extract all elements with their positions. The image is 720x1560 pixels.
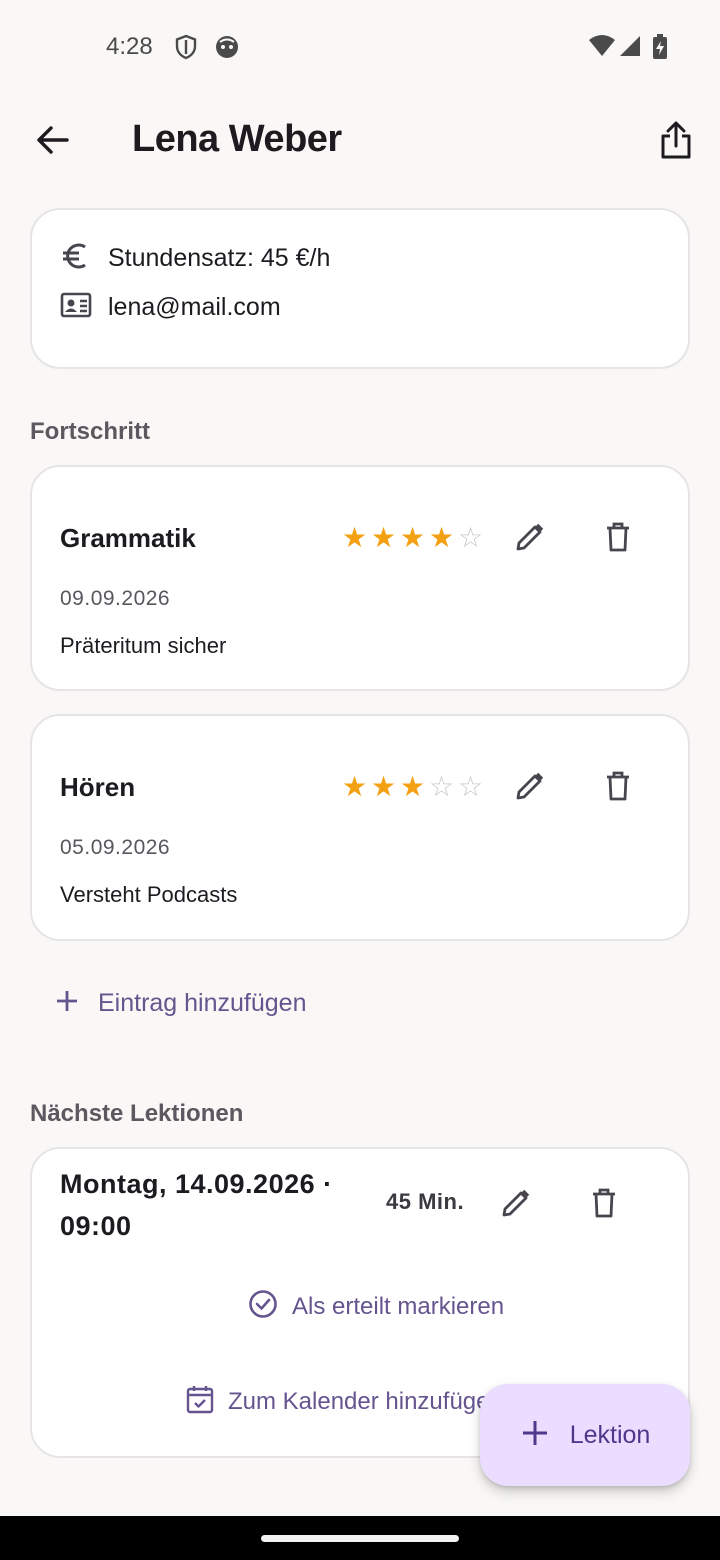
entry-date: 09.09.2026: [60, 587, 171, 610]
star-filled-icon: ★: [341, 522, 368, 553]
plus-icon: [520, 1418, 550, 1453]
delete-lesson-button[interactable]: [580, 1181, 628, 1229]
progress-entry-card: Grammatik ★ ★ ★ ★ ☆ 09.09.2026 Präteritu…: [30, 465, 690, 691]
trash-icon: [605, 522, 631, 557]
home-handle[interactable]: [261, 1535, 459, 1542]
face-icon: [214, 34, 240, 65]
add-entry-button[interactable]: Eintrag hinzufügen: [54, 988, 306, 1019]
lesson-duration: 45 Min.: [386, 1189, 465, 1214]
status-bar: 4:28: [0, 0, 720, 96]
star-filled-icon: ★: [370, 771, 397, 802]
progress-section-title: Fortschritt: [30, 418, 150, 445]
email-text: lena@mail.com: [108, 293, 281, 321]
entry-date: 05.09.2026: [60, 836, 171, 859]
entry-note: Versteht Podcasts: [60, 882, 238, 907]
check-circle-icon: [248, 1289, 278, 1324]
lesson-date-time: Montag, 14.09.2026 · 09:00: [60, 1169, 333, 1241]
edit-lesson-button[interactable]: [492, 1181, 540, 1229]
add-to-calendar-button[interactable]: Zum Kalender hinzufügen: [186, 1384, 496, 1419]
shield-icon: [174, 34, 198, 65]
wifi-icon: [588, 34, 616, 63]
mark-done-label: Als erteilt markieren: [292, 1292, 505, 1320]
delete-entry-button[interactable]: [594, 764, 642, 812]
back-button[interactable]: [28, 118, 76, 166]
star-filled-icon: ★: [370, 522, 397, 553]
trash-icon: [591, 1188, 617, 1223]
entry-title: Grammatik: [60, 523, 196, 553]
pencil-icon: [515, 522, 545, 557]
status-time: 4:28: [106, 33, 153, 60]
rate-row: Stundensatz: 45 €/h: [60, 240, 330, 277]
add-to-calendar-label: Zum Kalender hinzufügen: [228, 1387, 496, 1415]
star-filled-icon: ★: [399, 771, 426, 802]
fab-label: Lektion: [569, 1420, 651, 1449]
progress-entry-card: Hören ★ ★ ★ ☆ ☆ 05.09.2026 Versteht Podc…: [30, 714, 690, 941]
entry-title: Hören: [60, 772, 136, 802]
pencil-icon: [501, 1188, 531, 1223]
edit-entry-button[interactable]: [506, 764, 554, 812]
app-bar: Lena Weber: [0, 96, 720, 188]
star-empty-icon: ☆: [428, 771, 455, 802]
battery-charging-icon: [652, 34, 668, 65]
mark-done-button[interactable]: Als erteilt markieren: [248, 1289, 504, 1324]
star-empty-icon: ☆: [457, 771, 484, 802]
trash-icon: [605, 771, 631, 806]
euro-icon: [60, 240, 92, 277]
entry-note: Präteritum sicher: [60, 633, 227, 658]
delete-entry-button[interactable]: [594, 515, 642, 563]
arrow-back-icon: [35, 125, 69, 160]
star-empty-icon: ☆: [457, 522, 484, 553]
page-title: Lena Weber: [132, 118, 342, 160]
calendar-check-icon: [186, 1384, 214, 1419]
pencil-icon: [515, 771, 545, 806]
edit-entry-button[interactable]: [506, 515, 554, 563]
signal-icon: [618, 34, 642, 63]
add-lesson-fab[interactable]: Lektion: [480, 1384, 690, 1486]
plus-icon: [54, 988, 80, 1019]
star-filled-icon: ★: [399, 522, 426, 553]
lessons-section-title: Nächste Lektionen: [30, 1100, 244, 1127]
rating-stars: ★ ★ ★ ☆ ☆: [340, 772, 485, 801]
add-entry-label: Eintrag hinzufügen: [98, 989, 307, 1017]
share-button[interactable]: [652, 118, 700, 166]
email-row: lena@mail.com: [60, 292, 281, 323]
contact-info-card: Stundensatz: 45 €/h lena@mail.com: [30, 208, 690, 369]
rating-stars: ★ ★ ★ ★ ☆: [340, 523, 485, 552]
star-filled-icon: ★: [341, 771, 368, 802]
star-filled-icon: ★: [428, 522, 455, 553]
hourly-rate: Stundensatz: 45 €/h: [108, 244, 331, 272]
contact-card-icon: [60, 292, 92, 323]
system-navigation-bar: [0, 1516, 720, 1560]
share-icon: [660, 120, 692, 165]
